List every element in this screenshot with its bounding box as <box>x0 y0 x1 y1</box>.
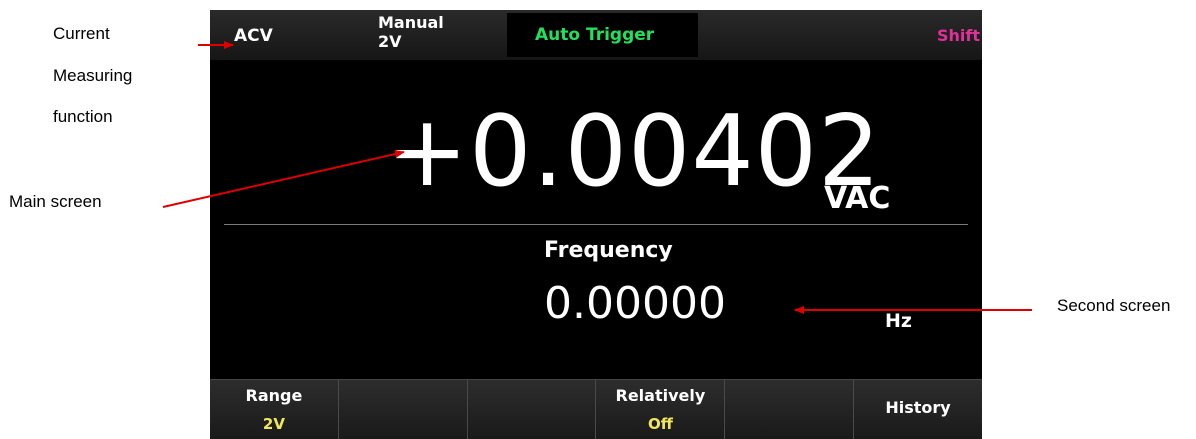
range-value: 2V <box>378 32 402 51</box>
status-bar: ACV Manual 2V Auto Trigger Shift <box>210 10 982 60</box>
trigger-status: Auto Trigger <box>507 13 698 57</box>
annotation-current-line3: function <box>53 107 113 126</box>
shift-indicator: Shift <box>937 26 981 45</box>
annotation-main-screen: Main screen <box>9 192 102 211</box>
softkey-relatively[interactable]: Relatively Off <box>596 379 726 439</box>
main-reading: +0.00402 <box>386 95 882 209</box>
manual-figure: Current Measuring function Main screen S… <box>0 0 1196 439</box>
main-unit: VAC <box>824 181 891 216</box>
secondary-reading: 0.00000 <box>544 278 726 329</box>
annotation-current-line2: Measuring <box>53 66 133 85</box>
softkey-3[interactable] <box>467 379 597 439</box>
softkey-5[interactable] <box>725 379 855 439</box>
range-mode: Manual <box>378 13 444 32</box>
secondary-unit: Hz <box>885 310 912 332</box>
meter-display: ACV Manual 2V Auto Trigger Shift +0.0040… <box>210 10 982 439</box>
softkey-relatively-label: Relatively <box>615 386 706 405</box>
screen-divider <box>224 224 968 225</box>
softkey-bar: Range 2V Relatively Off History <box>210 379 982 439</box>
softkey-range-value: 2V <box>262 415 285 433</box>
softkey-history[interactable]: History <box>854 379 982 439</box>
softkey-history-label: History <box>885 398 951 417</box>
softkey-2[interactable] <box>338 379 468 439</box>
secondary-label: Frequency <box>544 238 673 263</box>
annotation-second-screen: Second screen <box>1057 296 1171 315</box>
softkey-relatively-value: Off <box>647 415 673 433</box>
softkey-range[interactable]: Range 2V <box>210 379 339 439</box>
annotation-current-line1: Current <box>53 24 110 43</box>
softkey-range-label: Range <box>245 386 303 405</box>
function-indicator: ACV <box>234 26 273 46</box>
